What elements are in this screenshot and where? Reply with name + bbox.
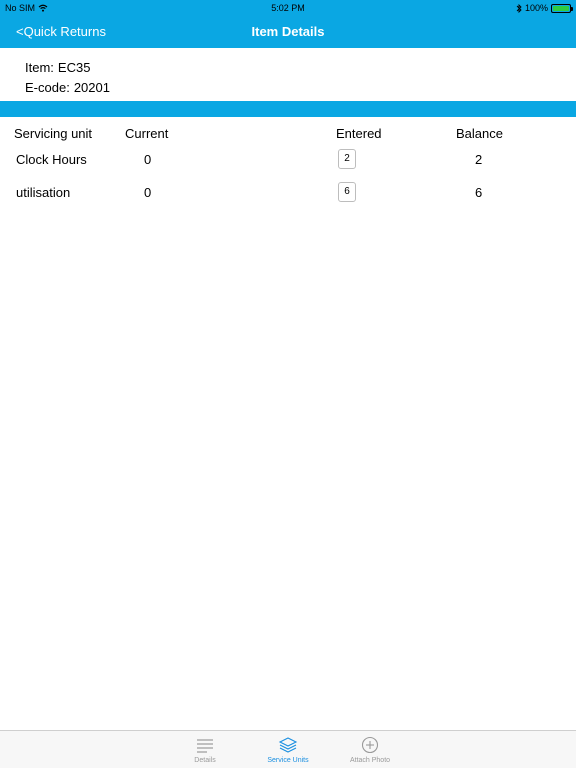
header-entered: Entered — [336, 126, 382, 141]
section-divider — [0, 101, 576, 117]
battery-icon — [551, 3, 573, 13]
back-button[interactable]: <Quick Returns — [16, 24, 106, 39]
header-current: Current — [125, 126, 169, 141]
ecode-value: 20201 — [73, 80, 110, 95]
entered-input[interactable]: 2 — [338, 149, 356, 169]
tab-service-units[interactable]: Service Units — [243, 731, 333, 768]
row-unit: utilisation — [16, 185, 71, 200]
header-balance: Balance — [456, 126, 503, 141]
navigation-bar: <Quick Returns Item Details — [0, 16, 576, 48]
item-row: Item: EC35 — [25, 58, 110, 78]
tab-details[interactable]: Details — [160, 731, 250, 768]
entered-input[interactable]: 6 — [338, 182, 356, 202]
tab-label: Details — [194, 757, 216, 764]
bluetooth-icon — [516, 3, 522, 13]
battery-percent: 100% — [524, 3, 548, 13]
status-bar: No SIM 5:02 PM 100% — [0, 0, 576, 16]
row-current: 0 — [144, 152, 152, 167]
list-icon — [197, 739, 213, 753]
row-balance: 6 — [475, 185, 483, 200]
status-right-group: 100% — [516, 3, 573, 13]
row-balance: 2 — [475, 152, 483, 167]
ecode-label: E-code: — [25, 80, 70, 95]
ecode-row: E-code: 20201 — [25, 78, 110, 98]
item-value: EC35 — [57, 60, 91, 75]
item-label: Item: — [25, 60, 54, 75]
tab-label: Service Units — [267, 757, 309, 764]
tab-attach-photo[interactable]: Attach Photo — [325, 731, 415, 768]
tab-label: Attach Photo — [349, 757, 391, 764]
header-servicing-unit: Servicing unit — [14, 126, 93, 141]
layers-icon — [278, 737, 298, 753]
tab-bar: Details Service Units Attach Photo — [0, 730, 576, 768]
item-info: Item: EC35 E-code: 20201 — [25, 58, 110, 98]
row-current: 0 — [144, 185, 152, 200]
status-time: 5:02 PM — [271, 3, 305, 13]
row-unit: Clock Hours — [16, 152, 87, 167]
add-circle-icon — [361, 736, 379, 754]
